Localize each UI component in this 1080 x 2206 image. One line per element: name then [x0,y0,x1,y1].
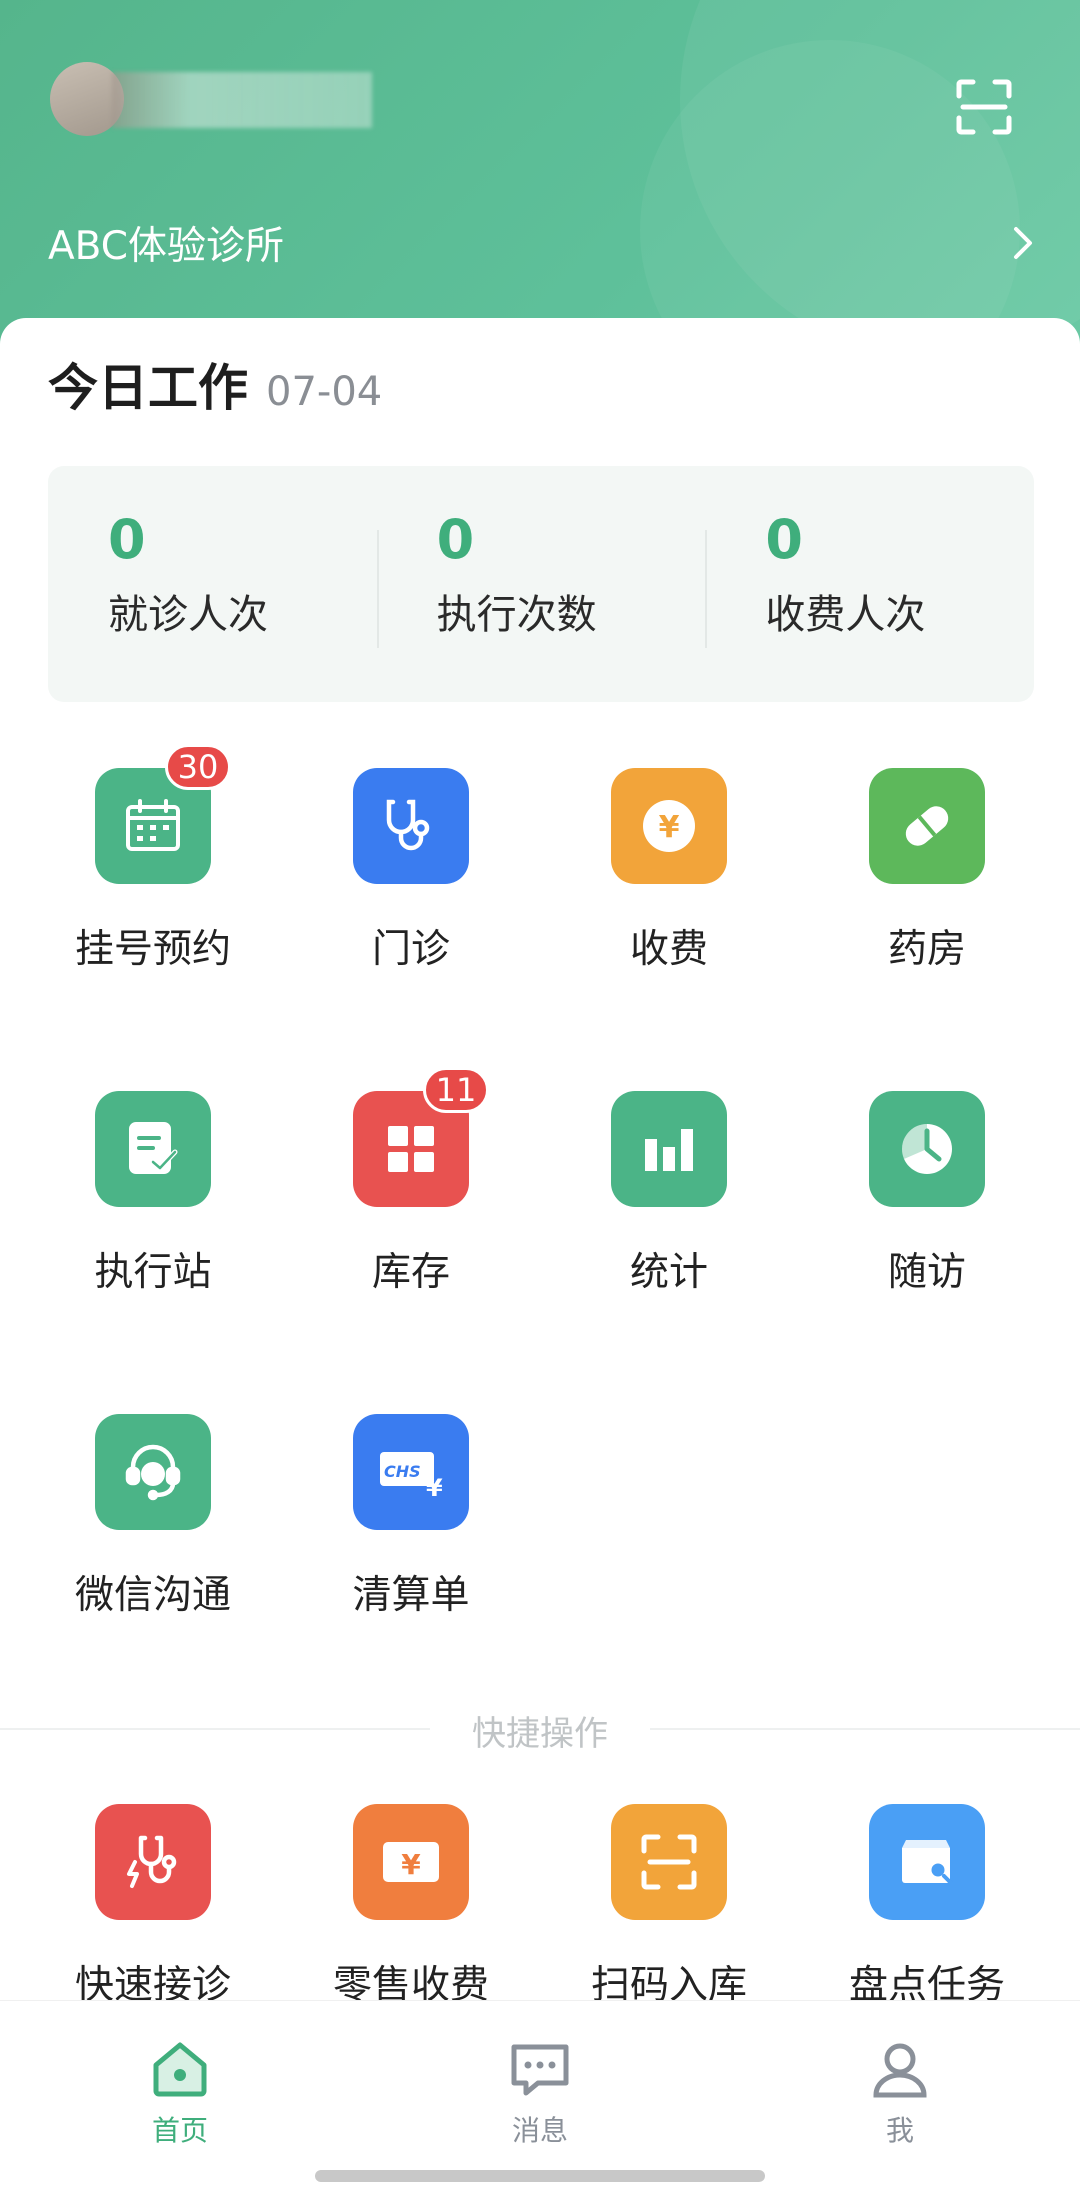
app-wechat-chat[interactable]: 微信沟通 [18,1414,288,1620]
clinic-switcher[interactable]: ABC体验诊所 [48,212,1038,274]
quick-action-inventory-task[interactable]: 盘点任务 [792,1804,1062,2010]
message-icon [511,2044,569,2096]
nav-me[interactable]: 我 [800,2037,1000,2149]
bar-chart-icon [645,1129,693,1171]
app-inventory[interactable]: 11 库存 [276,1067,546,1297]
app-statistics[interactable]: 统计 [534,1091,804,1297]
notification-badge: 11 [423,1067,489,1113]
app-icon-bg: ¥ [611,768,727,884]
nav-home[interactable]: 首页 [80,2037,280,2149]
nav-label: 首页 [151,2114,208,2147]
stat-charges[interactable]: 0 收费人次 [705,466,1034,702]
app-label: 药房 [887,927,966,972]
app-icon-bg: ¥ [353,1804,469,1920]
app-label: 清算单 [352,1573,470,1618]
app-icon-bg [869,1804,985,1920]
today-date: 07-04 [266,369,383,415]
chevron-right-icon [1014,227,1032,259]
stethoscope-icon [386,799,430,851]
inventory-search-icon [902,1840,953,1885]
calendar-icon [126,799,180,851]
yen-ticket-icon: ¥ [383,1842,439,1882]
app-icon-bg: 11 [353,1067,489,1207]
nav-messages[interactable]: 消息 [440,2037,640,2149]
app-icon-bg [95,1804,211,1920]
app-execution-station[interactable]: 执行站 [18,1091,288,1297]
grid-icon [388,1126,434,1172]
app-settlement[interactable]: CHS ¥ 清算单 [276,1414,546,1620]
stat-value: 0 [765,508,803,571]
today-work-header: 今日工作 07-04 [48,348,382,420]
svg-text:¥: ¥ [426,1474,443,1500]
stat-label: 执行次数 [436,592,597,638]
app-label: 微信沟通 [74,1573,231,1618]
app-label: 库存 [371,1250,450,1295]
chs-card-icon: CHS ¥ [380,1452,443,1500]
quick-action-fast-consult[interactable]: 快速接诊 [18,1804,288,2010]
username-blurred [112,72,372,128]
app-label: 统计 [629,1250,708,1295]
quick-actions-divider: 快捷操作 [0,1698,1080,1758]
app-registration[interactable]: 30 挂号预约 [18,744,288,974]
svg-text:¥: ¥ [659,810,680,845]
app-outpatient[interactable]: 门诊 [276,768,546,974]
svg-text:CHS: CHS [384,1462,421,1481]
yen-coin-icon: ¥ [643,800,695,852]
nav-label: 消息 [511,2114,568,2147]
scan-icon [641,1834,697,1890]
headset-icon [125,1444,181,1501]
stat-executions[interactable]: 0 执行次数 [376,466,706,702]
app-icon-bg [95,1091,211,1207]
home-indicator [315,2170,765,2182]
app-label: 执行站 [94,1250,212,1295]
today-work-title: 今日工作 [48,359,248,417]
clinic-name: ABC体验诊所 [48,224,284,269]
user-icon [873,2043,927,2098]
app-icon-bg: 30 [95,744,231,884]
quick-action-retail-charge[interactable]: ¥ 零售收费 [276,1804,546,2010]
app-label: 门诊 [371,927,450,972]
app-icon-bg [611,1804,727,1920]
stat-label: 收费人次 [765,592,926,638]
app-label: 随访 [887,1250,966,1295]
scan-icon [956,79,1012,135]
quick-actions-title: 快捷操作 [472,1714,608,1754]
stat-visits[interactable]: 0 就诊人次 [48,466,377,702]
main-card: 今日工作 07-04 0 就诊人次 0 执行次数 0 收费人次 30 挂号预约 … [0,318,1080,2008]
app-icon-bg [611,1091,727,1207]
app-icon-bg [869,768,985,884]
app-icon-bg [95,1414,211,1530]
scan-button[interactable] [955,78,1013,136]
stat-value: 0 [436,508,475,571]
notification-badge: 30 [165,744,231,790]
app-icon-bg [869,1091,985,1207]
clock-pie-icon [901,1123,952,1174]
stat-label: 就诊人次 [108,592,268,638]
nav-label: 我 [885,2114,914,2147]
stat-value: 0 [108,508,146,571]
quick-stethoscope-icon [127,1835,177,1888]
pill-icon [905,806,949,846]
app-billing[interactable]: ¥ 收费 [534,768,804,974]
app-follow-up[interactable]: 随访 [792,1091,1062,1297]
app-pharmacy[interactable]: 药房 [792,768,1062,974]
svg-text:¥: ¥ [401,1848,421,1881]
app-icon-bg [353,768,469,884]
app-icon-bg: CHS ¥ [353,1414,469,1530]
app-label: 收费 [629,927,708,972]
home-icon [153,2042,207,2097]
app-label: 挂号预约 [74,927,231,972]
today-stats: 0 就诊人次 0 执行次数 0 收费人次 [48,466,1034,702]
checklist-icon [129,1122,178,1174]
quick-action-scan-stock-in[interactable]: 扫码入库 [534,1804,804,2010]
